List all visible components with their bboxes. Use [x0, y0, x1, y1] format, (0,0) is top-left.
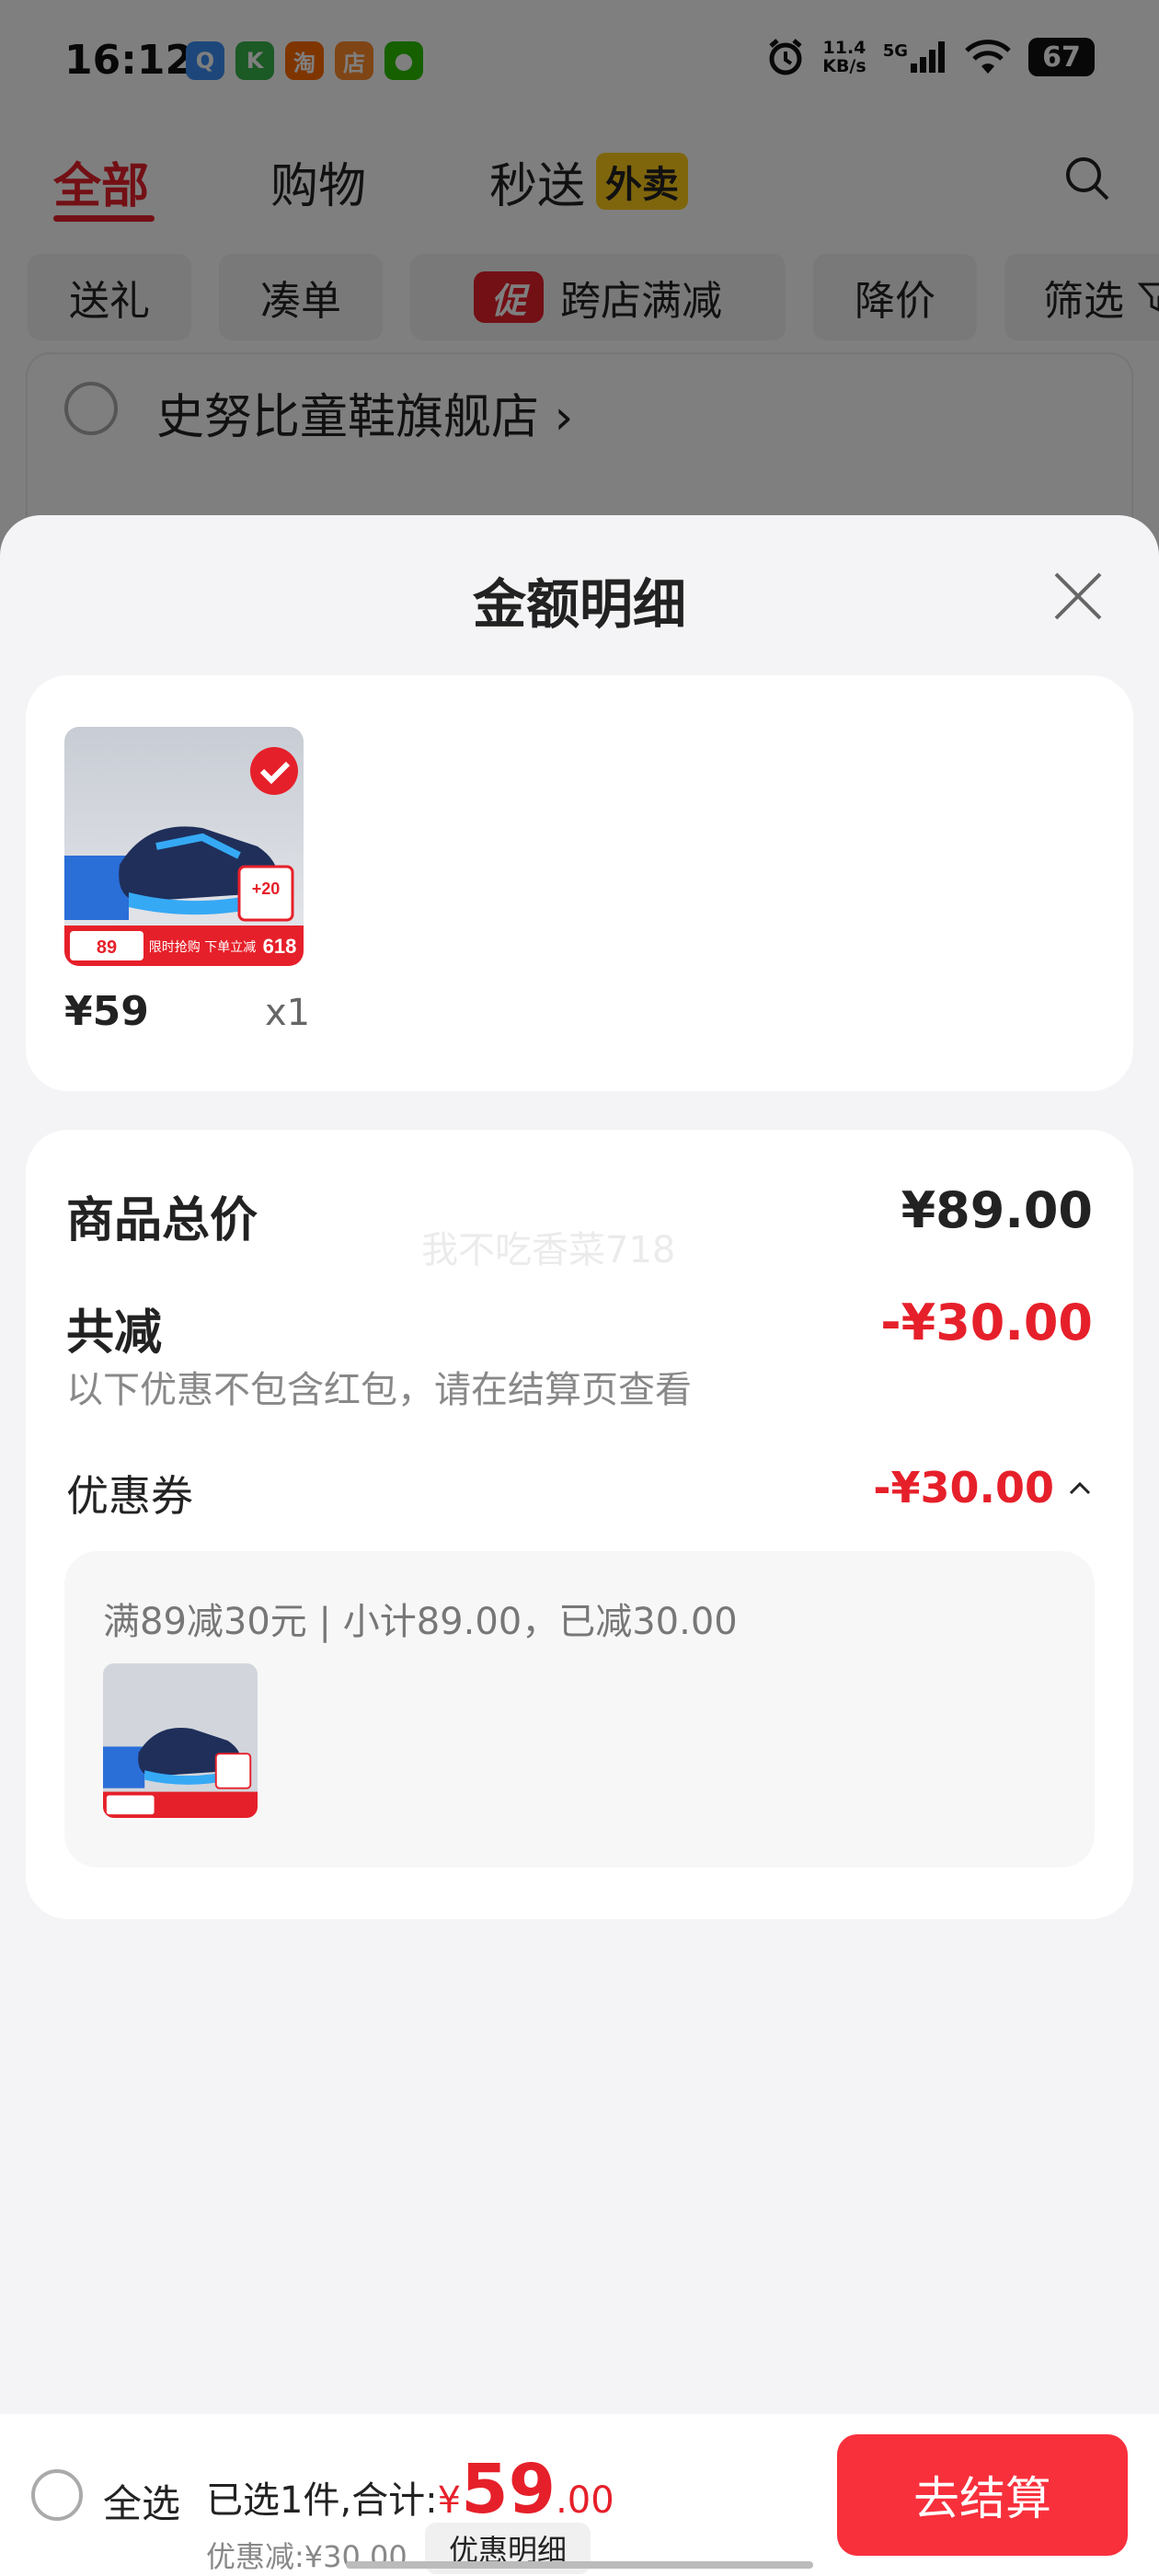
total-price-label: 商品总价: [66, 1193, 258, 1248]
close-icon[interactable]: [1050, 569, 1106, 624]
checkout-button[interactable]: 去结算: [837, 2434, 1128, 2556]
sheet-title: 金额明细: [472, 573, 686, 636]
select-all-label[interactable]: 全选: [103, 2473, 180, 2529]
shoe-image: +20 89 限时抢购 下单立减 618: [64, 727, 304, 966]
discount-value: -¥30.00: [880, 1294, 1093, 1351]
product-image[interactable]: +20 89 限时抢购 下单立减 618: [64, 727, 304, 966]
select-all-radio[interactable]: [31, 2469, 83, 2521]
checkout-bar: 全选 已选1件,合计: ¥ 59 .00 优惠减:¥30.00 优惠明细 去结算: [0, 2414, 1159, 2576]
watermark: 我不吃香菜718: [421, 1229, 676, 1271]
amount-detail-sheet: 金额明细 +20 89 限时抢购 下单立减 618 ¥59 x1 我不吃香菜71…: [0, 515, 1159, 2576]
coupon-label: 优惠券: [66, 1471, 193, 1521]
product-card: +20 89 限时抢购 下单立减 618 ¥59 x1: [26, 675, 1133, 1091]
coupon-detail-box: 满89减30元 | 小计89.00，已减30.00: [64, 1551, 1095, 1868]
discount-summary: 优惠减:¥30.00: [206, 2539, 407, 2574]
total-amount-decimal: .00: [556, 2479, 614, 2522]
chevron-up-icon: [1069, 1481, 1091, 1495]
home-indicator[interactable]: [346, 2561, 813, 2569]
img-badge-618: 618: [263, 935, 297, 958]
img-badge-text: 限时抢购 下单立减: [149, 939, 256, 955]
product-price: ¥59: [64, 988, 149, 1035]
img-tag-text: +20: [252, 880, 281, 898]
total-amount-integer: 59: [461, 2450, 557, 2529]
coupon-toggle[interactable]: -¥30.00: [873, 1463, 1093, 1512]
discount-label: 共减: [66, 1305, 163, 1361]
coupon-description: 满89减30元 | 小计89.00，已减30.00: [103, 1601, 738, 1643]
total-summary: 已选1件,合计: ¥ 59 .00: [206, 2450, 614, 2529]
total-price-value: ¥89.00: [901, 1181, 1093, 1239]
discount-note: 以下优惠不包含红包，请在结算页查看: [66, 1369, 692, 1411]
total-currency: ¥: [437, 2479, 462, 2522]
coupon-product-thumbnail[interactable]: [103, 1663, 258, 1818]
shoe-thumbnail: [103, 1663, 258, 1818]
coupon-value: -¥30.00: [873, 1463, 1054, 1512]
img-badge-price: 89: [97, 937, 117, 958]
product-quantity: x1: [265, 992, 311, 1034]
price-summary-card: 我不吃香菜718 商品总价 ¥89.00 共减 -¥30.00 以下优惠不包含红…: [26, 1130, 1133, 1919]
selected-count-text: 已选1件,合计:: [206, 2479, 438, 2522]
